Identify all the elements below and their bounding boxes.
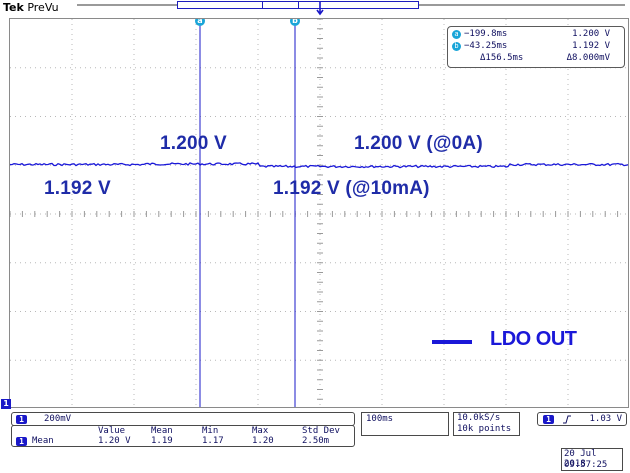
time: 09:57:25 bbox=[564, 460, 608, 470]
measurement-panel[interactable]: Value Mean Min Max Std Dev 1 Mean 1.20 V… bbox=[11, 425, 355, 447]
channel-scale-box[interactable]: 1 200mV bbox=[11, 412, 355, 426]
timebase-box[interactable]: 100ms bbox=[361, 412, 449, 436]
cursor-a-icon: a bbox=[452, 30, 461, 39]
measure-header-value: Value bbox=[98, 426, 126, 436]
readout-row-a: a −199.8ms 1.200 V bbox=[452, 29, 620, 40]
record-position-bar[interactable] bbox=[5, 1, 625, 9]
trigger-position-icon[interactable] bbox=[316, 0, 324, 16]
annotation-left-low: 1.192 V bbox=[44, 178, 111, 199]
cursor-b-time: −43.25ms bbox=[464, 41, 508, 51]
sample-rate: 10.0kS/s bbox=[457, 413, 501, 423]
annotation-left-high: 1.200 V bbox=[160, 133, 227, 154]
measure-mean: 1.19 bbox=[151, 436, 173, 446]
rising-edge-icon bbox=[563, 415, 571, 424]
acquisition-box[interactable]: 10.0kS/s 10k points bbox=[453, 412, 520, 436]
measure-header-stddev: Std Dev bbox=[302, 426, 340, 436]
measure-header-min: Min bbox=[202, 426, 219, 436]
delta-time: Δ156.5ms bbox=[480, 53, 524, 63]
measure-channel-badge: 1 bbox=[16, 437, 27, 446]
measure-min: 1.17 bbox=[202, 436, 224, 446]
cursor-a-value: 1.200 V bbox=[572, 29, 610, 39]
legend-label: LDO OUT bbox=[490, 328, 577, 350]
record-length: 10k points bbox=[457, 424, 512, 434]
trigger-source-badge: 1 bbox=[543, 415, 554, 424]
measure-value: 1.20 V bbox=[98, 436, 131, 446]
cursor-b-value: 1.192 V bbox=[572, 41, 610, 51]
measure-header-max: Max bbox=[252, 426, 269, 436]
measure-max: 1.20 bbox=[252, 436, 274, 446]
channel-1-badge: 1 bbox=[16, 415, 27, 424]
readout-row-delta: Δ156.5ms Δ8.000mV bbox=[452, 53, 620, 64]
cursor-readout: a −199.8ms 1.200 V b −43.25ms 1.192 V Δ1… bbox=[447, 26, 625, 68]
readout-row-b: b −43.25ms 1.192 V bbox=[452, 41, 620, 52]
channel-scale: 200mV bbox=[44, 414, 72, 424]
measure-header-mean: Mean bbox=[151, 426, 173, 436]
cursor-b-icon: b bbox=[452, 42, 461, 51]
trigger-box[interactable]: 1 1.03 V bbox=[537, 412, 627, 426]
measure-stddev: 2.50m bbox=[302, 436, 330, 446]
channel-1-marker[interactable]: 1 bbox=[1, 399, 11, 409]
record-view-window[interactable] bbox=[177, 1, 419, 9]
trigger-level: 1.03 V bbox=[589, 414, 622, 424]
cursor-a-time: −199.8ms bbox=[464, 29, 508, 39]
legend-swatch bbox=[432, 340, 472, 344]
datetime-box: 20 Jul 2018 09:57:25 bbox=[561, 448, 623, 471]
annotation-right-low: 1.192 V (@10mA) bbox=[273, 178, 430, 199]
delta-value: Δ8.000mV bbox=[566, 53, 610, 63]
measure-row-label: Mean bbox=[32, 436, 54, 446]
timebase-value: 100ms bbox=[366, 414, 394, 424]
annotation-right-high: 1.200 V (@0A) bbox=[354, 133, 483, 154]
